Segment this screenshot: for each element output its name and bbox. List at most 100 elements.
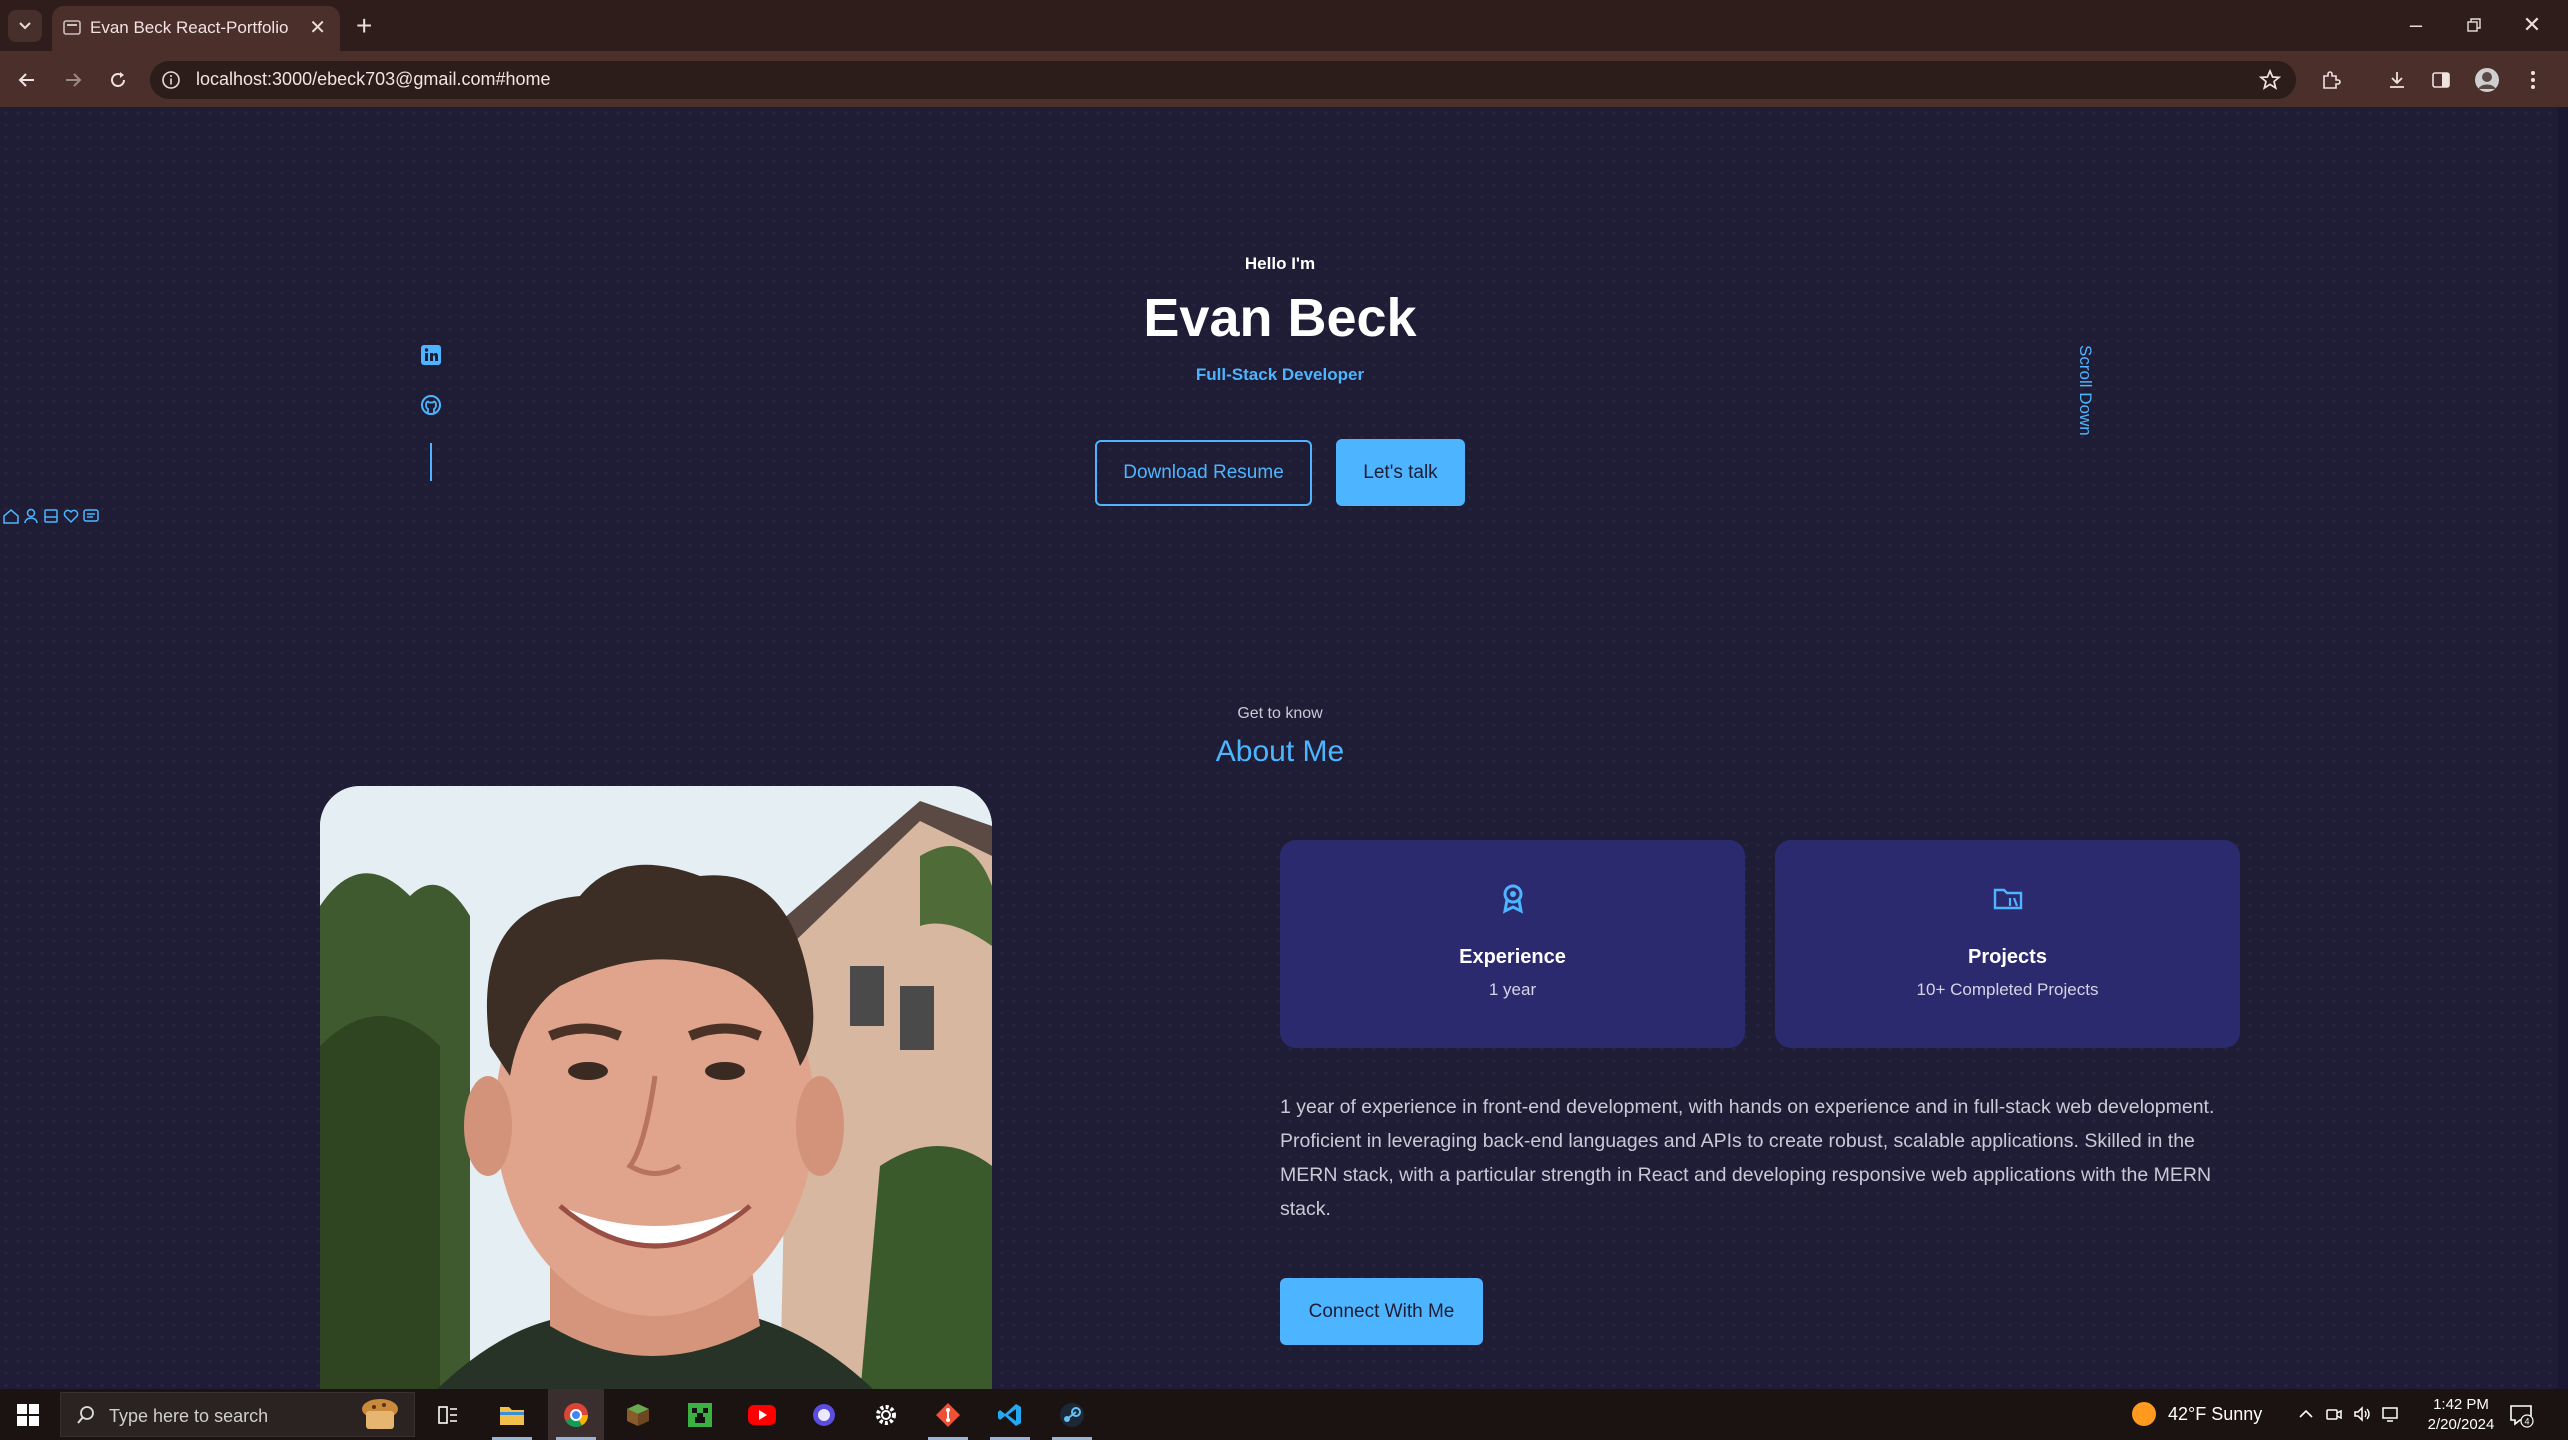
restore-button[interactable] (2454, 10, 2494, 40)
browser-toolbar: localhost:3000/ebeck703@gmail.com#home (0, 51, 2568, 107)
projects-card: Projects 10+ Completed Projects (1775, 840, 2240, 1048)
browser-menu-button[interactable] (2520, 67, 2546, 93)
book-icon[interactable] (42, 507, 60, 525)
page-favicon-icon (63, 20, 81, 35)
hero-name: Evan Beck (1143, 288, 1417, 348)
sun-icon[interactable] (2132, 1402, 2156, 1426)
minimize-button[interactable]: – (2396, 10, 2436, 40)
back-button[interactable] (12, 65, 42, 95)
taskbar-search[interactable]: Type here to search (60, 1392, 415, 1437)
floating-nav (2, 507, 100, 525)
site-info-icon[interactable] (160, 69, 182, 91)
puzzle-icon (2323, 71, 2341, 89)
network-icon[interactable] (2380, 1404, 2400, 1424)
reload-button[interactable] (103, 65, 133, 95)
home-icon[interactable] (2, 507, 20, 525)
windows-start-icon[interactable] (14, 1401, 42, 1429)
github-icon[interactable] (419, 393, 443, 417)
chrome-app[interactable] (548, 1389, 604, 1440)
vscode-app[interactable] (982, 1389, 1038, 1440)
sidebar-icon (2432, 72, 2450, 88)
youtube-app[interactable] (734, 1389, 790, 1440)
new-tab-button[interactable]: + (356, 10, 372, 42)
chrome-icon (564, 1402, 588, 1427)
minecraft-app[interactable] (610, 1389, 666, 1440)
youtube-icon (748, 1404, 776, 1425)
bookmark-star-icon[interactable] (2258, 68, 2282, 92)
user-icon[interactable] (22, 507, 40, 525)
folder-icon (1993, 888, 2022, 910)
scroll-down-link[interactable]: Scroll Down (2075, 345, 2095, 436)
chevron-up-icon[interactable] (2296, 1404, 2316, 1424)
search-highlight-icon (362, 1399, 398, 1429)
task-view-icon (438, 1405, 457, 1424)
message-icon[interactable] (82, 507, 100, 525)
experience-title: Experience (1459, 946, 1566, 968)
folder-app-icon (500, 1406, 524, 1425)
profile-photo (320, 786, 992, 1396)
hero-role: Full-Stack Developer (1195, 365, 1365, 384)
browser-tab[interactable]: Evan Beck React-Portfolio ✕ (52, 6, 340, 51)
forward-button[interactable] (58, 65, 88, 95)
tab-title: Evan Beck React-Portfolio (90, 18, 289, 37)
clock-time: 1:42 PM (2433, 1396, 2489, 1413)
about-title: About Me (1215, 735, 1345, 768)
volume-icon[interactable] (2352, 1404, 2372, 1424)
linkedin-icon[interactable] (419, 343, 443, 367)
download-icon (2390, 72, 2404, 88)
git-icon (936, 1402, 960, 1427)
more-vertical-icon (2531, 71, 2535, 89)
hero-socials (416, 343, 446, 481)
restore-icon (2467, 18, 2481, 32)
connect-with-me-button[interactable]: Connect With Me (1280, 1278, 1483, 1345)
gear-icon (876, 1404, 896, 1425)
profile-photo-illustration (320, 786, 992, 1396)
steam-icon (1060, 1402, 1084, 1427)
clock-date: 2/20/2024 (2427, 1416, 2495, 1433)
avatar-icon (2475, 68, 2499, 92)
arrow-left-icon (18, 73, 34, 87)
weather-text[interactable]: 42°F Sunny (2168, 1404, 2262, 1425)
projects-title: Projects (1968, 946, 2047, 968)
url-text[interactable]: localhost:3000/ebeck703@gmail.com#home (196, 69, 550, 90)
arrow-right-icon (66, 73, 82, 87)
git-app[interactable] (920, 1389, 976, 1440)
search-placeholder: Type here to search (109, 1406, 269, 1426)
task-view-button[interactable] (420, 1389, 476, 1440)
grass-block-icon (627, 1403, 649, 1426)
settings-app[interactable] (858, 1389, 914, 1440)
globe-icon (813, 1403, 835, 1426)
downloads-icon[interactable] (2384, 67, 2410, 93)
steam-app[interactable] (1044, 1389, 1100, 1440)
creeper-app[interactable] (672, 1389, 728, 1440)
notification-count: 4 (2524, 1417, 2529, 1427)
lets-talk-button[interactable]: Let's talk (1336, 439, 1465, 506)
camera-icon[interactable] (2324, 1404, 2344, 1424)
file-explorer-app[interactable] (484, 1389, 540, 1440)
vscode-icon (998, 1403, 1021, 1426)
extensions-icon[interactable] (2318, 67, 2344, 93)
reload-icon (111, 72, 125, 87)
download-resume-button[interactable]: Download Resume (1095, 440, 1312, 506)
tab-close-icon[interactable]: ✕ (309, 15, 326, 40)
windows-taskbar: Type here to search 42°F Sunny 1:42 PM 2… (0, 1389, 2568, 1440)
browser-app[interactable] (796, 1389, 852, 1440)
socials-divider (430, 443, 432, 481)
close-window-button[interactable]: ✕ (2512, 10, 2552, 40)
about-kicker: Get to know (1237, 705, 1323, 722)
profile-avatar[interactable] (2474, 67, 2500, 93)
taskbar-clock[interactable]: 1:42 PM 2/20/2024 (2406, 1395, 2516, 1435)
notification-center-icon[interactable]: 4 (2508, 1402, 2534, 1428)
side-panel-icon[interactable] (2428, 67, 2454, 93)
creeper-icon (688, 1402, 712, 1427)
experience-card: Experience 1 year (1280, 840, 1745, 1048)
award-icon (1502, 884, 1523, 914)
hero-greeting: Hello I'm (1244, 254, 1316, 273)
chevron-down-icon (19, 22, 31, 30)
about-description: 1 year of experience in front-end develo… (1280, 1096, 2215, 1220)
services-icon[interactable] (62, 507, 80, 525)
projects-value: 10+ Completed Projects (1916, 980, 2099, 999)
address-bar[interactable]: localhost:3000/ebeck703@gmail.com#home (150, 61, 2296, 99)
tab-search-button[interactable] (8, 10, 42, 42)
experience-value: 1 year (1488, 980, 1537, 999)
